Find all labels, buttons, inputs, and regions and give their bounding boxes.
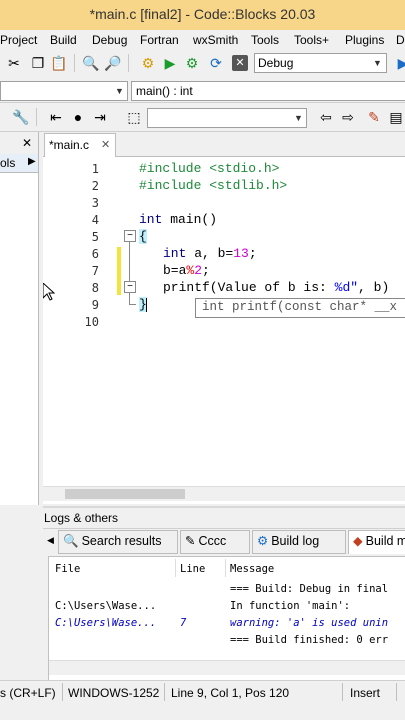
code-line-6: int a, b=13; [163, 246, 257, 261]
menu-doxyblocks[interactable]: D [396, 33, 405, 47]
status-encoding: WINDOWS-1252 [68, 686, 160, 700]
debug-icon[interactable]: ▶ [395, 55, 405, 71]
edit-icon: ✎ [185, 534, 196, 548]
column-header-message[interactable]: Message [230, 563, 274, 575]
menu-build[interactable]: Build [50, 33, 77, 47]
chevron-down-icon: ▼ [373, 58, 382, 68]
select-icon[interactable]: ⬚ [126, 109, 142, 125]
fold-minus-icon[interactable]: − [124, 281, 136, 293]
line-number: 4 [91, 213, 99, 227]
line-number: 6 [91, 247, 99, 261]
bookmark-icon[interactable]: ● [70, 109, 86, 125]
line-number: 7 [91, 264, 99, 278]
build-and-run-icon[interactable]: ⚙ [184, 55, 200, 71]
tab-scroll-left-icon[interactable]: ◀ [47, 535, 54, 546]
copy-icon[interactable]: ❐ [30, 55, 46, 71]
gear-icon: ⚙ [257, 534, 269, 548]
chevron-down-icon: ▼ [115, 86, 124, 96]
calltip-popup: int printf(const char* __x [195, 298, 405, 318]
fold-line [129, 242, 130, 304]
window-title: *main.c [final2] - Code::Blocks 20.03 [89, 6, 316, 22]
find-icon[interactable]: 🔍 [82, 55, 99, 71]
line-number: 5 [91, 230, 99, 244]
wrench-icon[interactable]: 🔧 [12, 109, 29, 125]
run-icon[interactable]: ▶ [162, 55, 178, 71]
menu-project[interactable]: Project [0, 33, 37, 47]
line-number: 10 [84, 315, 99, 329]
code-line-4: int main() [139, 212, 218, 227]
menu-fortran[interactable]: Fortran [140, 33, 179, 47]
code-line-2: #include <stdlib.h> [139, 178, 288, 193]
line-number: 1 [91, 162, 99, 176]
code-line-8: printf(Value of b is: %d", b) [163, 280, 390, 295]
search-input[interactable]: ▼ [147, 108, 307, 128]
abort-icon[interactable]: ✕ [232, 55, 248, 71]
table-row-warning[interactable]: C:\Users\Wase... 7 warning: 'a' is used … [49, 615, 405, 631]
table-row[interactable]: C:\Users\Wase... In function 'main': [49, 598, 405, 614]
close-icon[interactable]: ✕ [101, 138, 110, 151]
tab-build-messages[interactable]: ◆ Build m [348, 530, 405, 554]
function-select-value: main() : int [136, 84, 193, 98]
status-position: Line 9, Col 1, Pos 120 [171, 686, 290, 700]
mouse-cursor-icon [42, 281, 56, 304]
menu-debug[interactable]: Debug [92, 33, 127, 47]
close-icon[interactable]: ✕ [22, 136, 32, 150]
logs-panel-title: Logs & others [44, 511, 119, 525]
tab-build-log[interactable]: ⚙ Build log [252, 530, 346, 554]
chevron-down-icon: ▼ [294, 113, 303, 123]
column-header-file[interactable]: File [55, 563, 80, 575]
window-bottom-edge [0, 705, 405, 720]
tab-cccc[interactable]: ✎ Cccc [180, 530, 250, 554]
build-gear-icon[interactable]: ⚙ [140, 55, 156, 71]
code-line-1: #include <stdio.h> [139, 161, 280, 176]
tab-main-c[interactable]: *main.c ✕ [44, 133, 116, 157]
line-number: 2 [91, 179, 99, 193]
build-target-select[interactable]: Debug ▼ [254, 53, 387, 73]
function-select[interactable]: main() : int [131, 81, 405, 101]
highlight-icon[interactable]: ✎ [366, 109, 382, 125]
panel-tab-label[interactable]: ols [0, 156, 15, 170]
text-cursor [146, 298, 147, 312]
status-mode: Insert [350, 686, 381, 700]
menu-plugins[interactable]: Plugins [345, 33, 384, 47]
line-number: 3 [91, 196, 99, 210]
scrollbar-thumb[interactable] [65, 489, 185, 499]
clear-icon[interactable]: ▤ [388, 109, 404, 125]
column-header-line[interactable]: Line [180, 563, 205, 575]
build-target-value: Debug [258, 56, 294, 70]
horizontal-scrollbar[interactable] [43, 486, 405, 501]
code-line-7: b=a%2; [163, 263, 210, 278]
scope-select[interactable]: ▼ [0, 81, 128, 101]
cut-icon[interactable]: ✂ [6, 55, 22, 71]
chevron-right-icon[interactable]: ▶ [28, 156, 36, 167]
replace-icon[interactable]: 🔎 [104, 55, 121, 71]
step-back-icon[interactable]: ⇤ [48, 109, 64, 125]
step-forward-icon[interactable]: ⇥ [92, 109, 108, 125]
tab-search-results[interactable]: 🔍 Search results [58, 530, 178, 554]
table-row[interactable]: === Build finished: 0 err [49, 632, 405, 648]
fold-minus-icon[interactable]: − [124, 230, 136, 242]
changed-lines-marker [117, 247, 121, 295]
paste-icon[interactable]: 📋 [50, 55, 67, 71]
code-line-5: { [139, 229, 147, 244]
horizontal-scrollbar[interactable] [49, 660, 405, 675]
build-messages-table[interactable]: File Line Message === Build: Debug in fi… [48, 556, 405, 683]
menu-tools-plus[interactable]: Tools+ [294, 33, 329, 47]
table-row[interactable]: === Build: Debug in final [49, 581, 405, 597]
rebuild-icon[interactable]: ⟳ [208, 55, 224, 71]
menu-wxsmith[interactable]: wxSmith [193, 33, 238, 47]
management-panel: ✕ ols ▶ [0, 132, 39, 505]
menu-tools[interactable]: Tools [251, 33, 279, 47]
search-icon: 🔍 [63, 534, 79, 548]
arrow-left-icon[interactable]: ⇦ [318, 109, 334, 125]
status-eol: s (CR+LF) [0, 686, 56, 700]
arrow-right-icon[interactable]: ⇨ [340, 109, 356, 125]
pin-icon: ◆ [353, 534, 363, 548]
